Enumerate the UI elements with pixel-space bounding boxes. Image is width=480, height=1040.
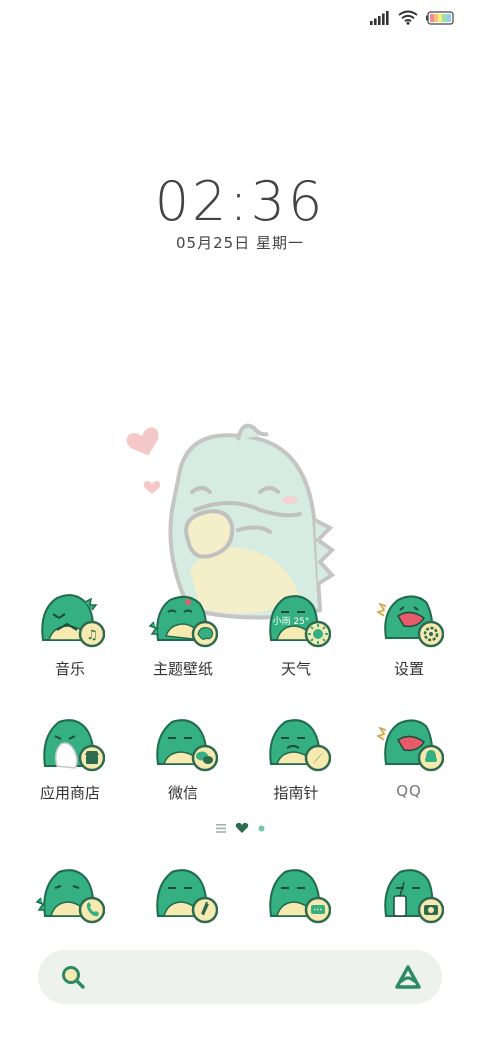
dock-contacts[interactable] (133, 858, 233, 928)
signal-bars-icon (370, 10, 389, 25)
app-label: 应用商店 (39, 784, 100, 802)
dino-sun-icon: 小雨 25° (261, 588, 332, 650)
app-theme-wallpaper[interactable]: 主题壁纸 (133, 588, 233, 679)
app-compass[interactable]: 指南针 (246, 712, 346, 803)
dino-store-icon (35, 712, 106, 774)
dock-phone[interactable] (20, 858, 120, 928)
dino-camera-icon (374, 858, 445, 928)
app-label: 天气 (280, 660, 311, 678)
app-music[interactable]: ♫ 音乐 (20, 588, 120, 679)
app-qq[interactable]: QQ (359, 712, 459, 800)
dino-palette-icon (148, 588, 219, 650)
page-dot-icon[interactable] (258, 825, 265, 832)
dino-contacts-icon (148, 858, 219, 928)
app-store[interactable]: 应用商店 (20, 712, 120, 803)
clock-date: 05月25日 星期一 (176, 234, 304, 252)
app-label: 指南针 (273, 784, 319, 802)
app-label: 微信 (167, 784, 198, 802)
svg-text:小雨 25°: 小雨 25° (273, 616, 310, 627)
svg-text:♫: ♫ (86, 628, 98, 643)
app-weather[interactable]: 小雨 25° 天气 (246, 588, 346, 679)
dock-messages[interactable] (246, 858, 346, 928)
menu-lines-icon[interactable] (215, 823, 226, 833)
dino-music-icon: ♫ (35, 588, 106, 650)
battery-rainbow-icon (426, 10, 454, 25)
dino-message-icon (261, 858, 332, 928)
wifi-icon (398, 10, 418, 25)
dino-gear-icon (374, 588, 445, 650)
search-icon[interactable] (60, 964, 86, 990)
dino-phone-icon (35, 858, 106, 928)
app-label: 设置 (393, 660, 424, 678)
status-bar (370, 10, 454, 25)
dino-penguin-icon (374, 712, 445, 774)
search-bar[interactable] (38, 950, 442, 1004)
app-label: 音乐 (54, 660, 85, 678)
lock-clock-widget[interactable]: 02:36 05月25日 星期一 (0, 172, 480, 253)
app-label: QQ (396, 782, 422, 800)
heart-page-icon[interactable] (235, 822, 249, 834)
assistant-a-icon[interactable] (394, 963, 422, 991)
dino-compass-icon (261, 712, 332, 774)
dock-camera[interactable] (359, 858, 459, 928)
app-wechat[interactable]: 微信 (133, 712, 233, 803)
dino-chat-icon (148, 712, 219, 774)
app-settings[interactable]: 设置 (359, 588, 459, 679)
app-label: 主题壁纸 (152, 660, 213, 678)
page-indicator[interactable] (0, 822, 480, 834)
clock-time: 02:36 (154, 170, 326, 233)
